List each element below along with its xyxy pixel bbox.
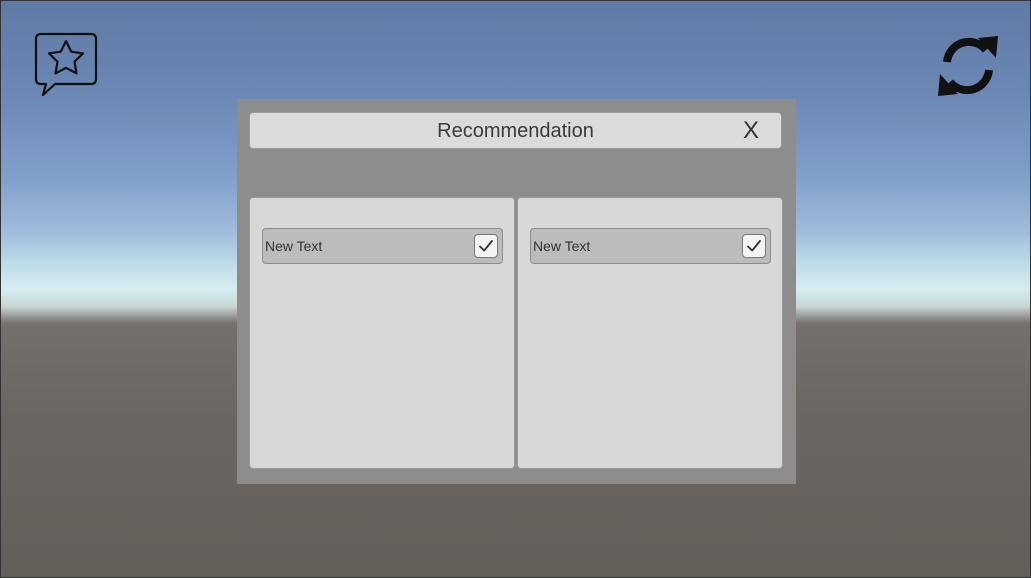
star-speech-bubble-icon [34, 32, 98, 97]
list-item[interactable]: New Text [262, 228, 503, 264]
recommendation-panel-right: New Text [517, 197, 783, 469]
item-checkbox[interactable] [474, 234, 498, 258]
recommendation-panel-left: New Text [249, 197, 515, 469]
item-checkbox[interactable] [742, 234, 766, 258]
game-scene-background: Recommendation X New Text New Text [0, 0, 1031, 578]
list-item-label: New Text [265, 238, 323, 254]
refresh-icon [938, 36, 998, 96]
list-item-label: New Text [533, 238, 591, 254]
recommendation-dialog: Recommendation X New Text New Text [237, 99, 796, 484]
dialog-title: Recommendation [437, 120, 594, 142]
list-item[interactable]: New Text [530, 228, 771, 264]
refresh-button[interactable] [934, 32, 1002, 100]
close-button[interactable]: X [736, 116, 766, 146]
dialog-title-bar: Recommendation X [249, 112, 782, 149]
checkmark-icon [479, 240, 493, 252]
checkmark-icon [747, 240, 761, 252]
favorite-button[interactable] [33, 32, 99, 98]
